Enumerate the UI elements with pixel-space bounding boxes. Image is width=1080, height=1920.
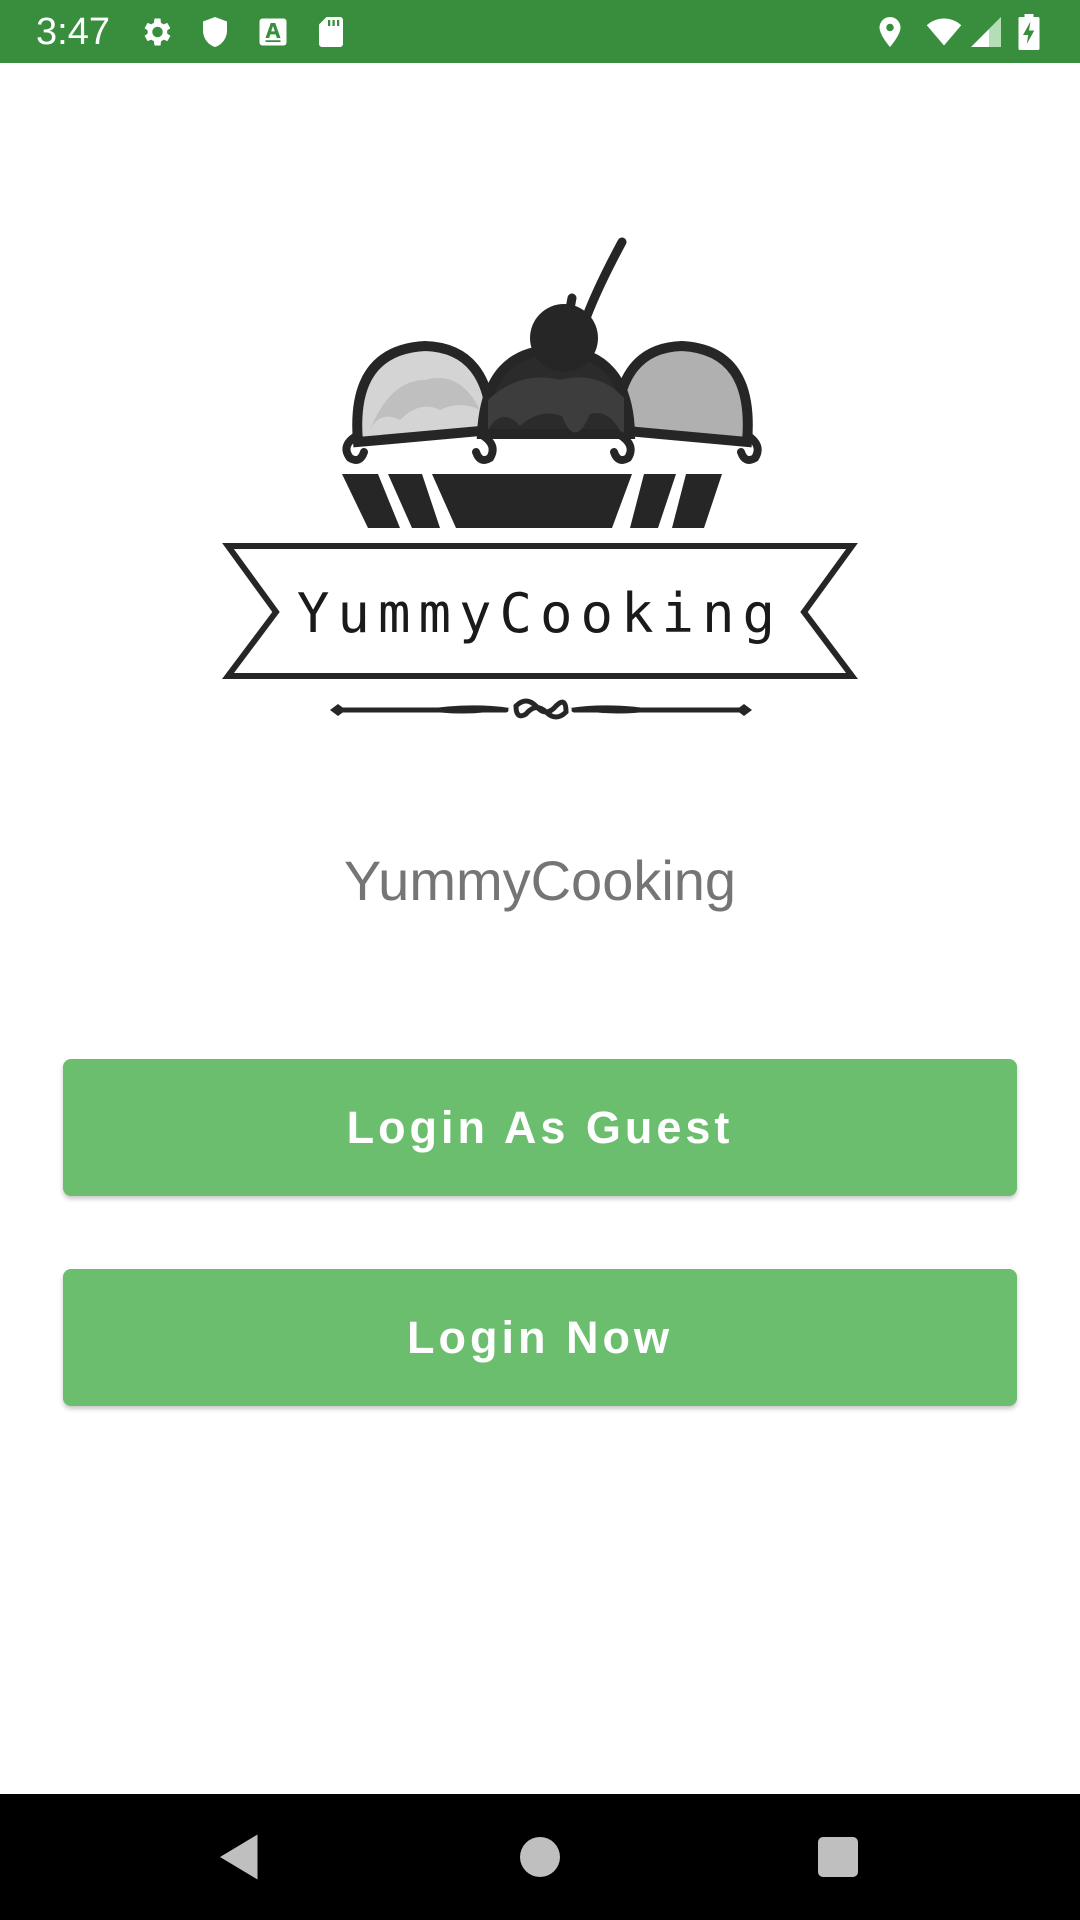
home-icon[interactable] bbox=[510, 1827, 570, 1887]
app-logo: YummyCooking bbox=[220, 230, 860, 730]
logo-text: YummyCooking bbox=[297, 582, 783, 645]
sd-card-icon bbox=[313, 14, 349, 50]
app-title: YummyCooking bbox=[343, 849, 737, 912]
status-bar: 3:47 bbox=[0, 0, 1080, 63]
gear-icon bbox=[138, 14, 174, 50]
recents-icon[interactable] bbox=[808, 1827, 868, 1887]
battery-charging-icon bbox=[1017, 14, 1047, 50]
location-icon bbox=[872, 14, 908, 50]
login-screen: 3:47 YummyCooking YummyCooking Login As … bbox=[0, 0, 1080, 1920]
shield-icon bbox=[197, 14, 233, 50]
status-time: 3:47 bbox=[36, 11, 110, 53]
wifi-icon bbox=[921, 14, 967, 50]
login-now-button[interactable]: Login Now bbox=[63, 1269, 1017, 1406]
back-icon[interactable] bbox=[210, 1827, 270, 1887]
navigation-bar bbox=[0, 1794, 1080, 1920]
signal-icon bbox=[968, 14, 1004, 50]
text-a-icon bbox=[255, 14, 291, 50]
login-as-guest-button[interactable]: Login As Guest bbox=[63, 1059, 1017, 1196]
